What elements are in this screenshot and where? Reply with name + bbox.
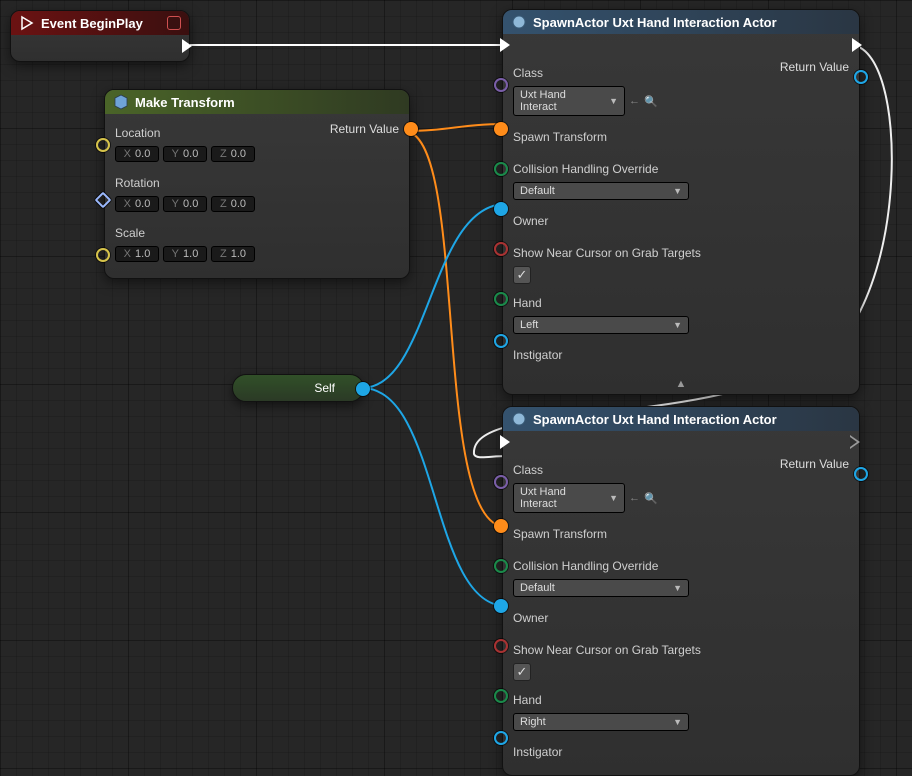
hand-label: Hand [513, 296, 542, 310]
spawn-transform-label: Spawn Transform [513, 130, 607, 144]
hand-pin[interactable] [494, 689, 508, 703]
exec-out-pin[interactable] [182, 39, 192, 53]
show-near-label: Show Near Cursor on Grab Targets [513, 246, 701, 260]
location-input[interactable]: X0.0 Y0.0 Z0.0 [115, 146, 318, 162]
class-label: Class [513, 66, 543, 80]
function-icon [511, 14, 527, 30]
return-value-pin[interactable] [854, 70, 868, 84]
event-beginplay-node[interactable]: Event BeginPlay [10, 10, 190, 62]
scale-label: Scale [115, 226, 145, 240]
spawnactor-2-title: SpawnActor Uxt Hand Interaction Actor [533, 412, 777, 427]
make-transform-header: Make Transform [105, 90, 409, 114]
instigator-pin[interactable] [494, 334, 508, 348]
instigator-pin[interactable] [494, 731, 508, 745]
event-title: Event BeginPlay [41, 16, 143, 31]
spawn-transform-pin[interactable] [494, 519, 508, 533]
owner-pin[interactable] [494, 599, 508, 613]
event-icon [19, 15, 35, 31]
spawnactor-1-node[interactable]: SpawnActor Uxt Hand Interaction Actor Cl… [502, 9, 860, 395]
collision-pin[interactable] [494, 559, 508, 573]
make-transform-title: Make Transform [135, 95, 235, 110]
spawnactor-2-node[interactable]: SpawnActor Uxt Hand Interaction Actor Cl… [502, 406, 860, 776]
hand-dropdown[interactable]: Right▼ [513, 713, 689, 731]
self-node[interactable]: Self [232, 374, 364, 402]
collision-pin[interactable] [494, 162, 508, 176]
class-browse-icon[interactable]: 🔍 [644, 492, 658, 505]
return-value-pin[interactable] [404, 122, 418, 136]
scale-input[interactable]: X1.0 Y1.0 Z1.0 [115, 246, 318, 262]
event-beginplay-header: Event BeginPlay [11, 11, 189, 35]
collision-label: Collision Handling Override [513, 559, 658, 573]
collision-dropdown[interactable]: Default▼ [513, 182, 689, 200]
owner-label: Owner [513, 611, 548, 625]
exec-in-pin[interactable] [500, 38, 510, 52]
class-back-icon[interactable]: ← [629, 95, 640, 107]
show-near-checkbox[interactable]: ✓ [513, 663, 531, 681]
hand-label: Hand [513, 693, 542, 707]
return-value-label: Return Value [780, 457, 849, 471]
function-icon [113, 94, 129, 110]
location-label: Location [115, 126, 160, 140]
location-pin[interactable] [96, 138, 110, 152]
class-back-icon[interactable]: ← [629, 492, 640, 504]
spawnactor-1-title: SpawnActor Uxt Hand Interaction Actor [533, 15, 777, 30]
instigator-label: Instigator [513, 348, 562, 362]
hand-pin[interactable] [494, 292, 508, 306]
rotation-label: Rotation [115, 176, 160, 190]
show-near-pin[interactable] [494, 242, 508, 256]
owner-pin[interactable] [494, 202, 508, 216]
class-browse-icon[interactable]: 🔍 [644, 95, 658, 108]
spawnactor-1-header: SpawnActor Uxt Hand Interaction Actor [503, 10, 859, 34]
class-label: Class [513, 463, 543, 477]
scale-pin[interactable] [96, 248, 110, 262]
spawn-transform-label: Spawn Transform [513, 527, 607, 541]
custom-event-badge-icon [167, 16, 181, 30]
class-pin[interactable] [494, 475, 508, 489]
collision-dropdown[interactable]: Default▼ [513, 579, 689, 597]
show-near-checkbox[interactable]: ✓ [513, 266, 531, 284]
function-icon [511, 411, 527, 427]
exec-out-pin[interactable] [852, 38, 862, 52]
owner-label: Owner [513, 214, 548, 228]
class-dropdown[interactable]: Uxt Hand Interact▼ [513, 86, 625, 116]
self-label: Self [247, 381, 345, 395]
show-near-label: Show Near Cursor on Grab Targets [513, 643, 701, 657]
instigator-label: Instigator [513, 745, 562, 759]
make-transform-node[interactable]: Make Transform Location X0.0 Y0.0 Z0.0 R… [104, 89, 410, 279]
return-value-pin[interactable] [854, 467, 868, 481]
spawn-transform-pin[interactable] [494, 122, 508, 136]
return-value-label: Return Value [330, 122, 399, 136]
expand-node-icon[interactable]: ▲ [503, 378, 859, 394]
exec-in-pin[interactable] [500, 435, 510, 449]
hand-dropdown[interactable]: Left▼ [513, 316, 689, 334]
return-value-label: Return Value [780, 60, 849, 74]
class-pin[interactable] [494, 78, 508, 92]
class-dropdown[interactable]: Uxt Hand Interact▼ [513, 483, 625, 513]
spawnactor-2-header: SpawnActor Uxt Hand Interaction Actor [503, 407, 859, 431]
self-out-pin[interactable] [356, 382, 370, 396]
show-near-pin[interactable] [494, 639, 508, 653]
exec-out-pin[interactable] [850, 435, 860, 449]
rotation-pin[interactable] [95, 192, 112, 209]
collision-label: Collision Handling Override [513, 162, 658, 176]
rotation-input[interactable]: X0.0 Y0.0 Z0.0 [115, 196, 318, 212]
